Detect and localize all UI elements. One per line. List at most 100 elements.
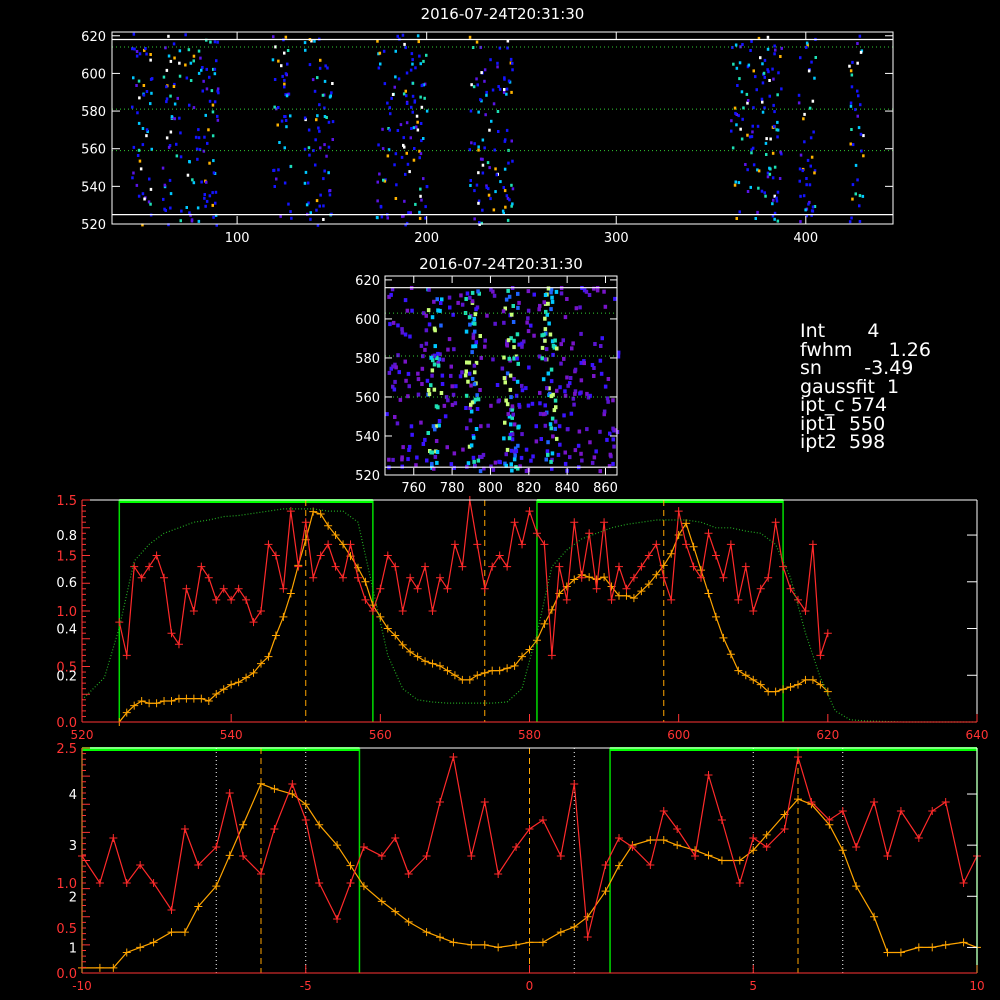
pixel-mark [410, 52, 414, 56]
pixel-mark [211, 110, 215, 114]
chart-title: 2016-07-24T20:31:30 [419, 255, 583, 273]
pixel-mark [416, 34, 420, 38]
pixel-mark [550, 299, 555, 304]
pixel-mark [379, 205, 383, 209]
pixel-mark [387, 457, 391, 462]
pixel-mark [495, 173, 498, 177]
data-point [808, 675, 817, 684]
y-tick-label: 600 [355, 313, 380, 328]
pixel-mark [399, 123, 403, 127]
pixel-mark [284, 119, 288, 122]
pixel-mark [600, 336, 604, 341]
pixel-mark [859, 103, 862, 107]
data-point [682, 519, 691, 528]
data-point [749, 675, 758, 684]
data-point [959, 938, 968, 947]
pixel-mark [448, 305, 452, 310]
pixel-mark [188, 103, 191, 107]
pixel-mark [325, 116, 328, 119]
pixel-mark [192, 106, 196, 110]
data-point [786, 584, 795, 593]
pixel-mark [408, 334, 412, 339]
data-point [315, 879, 324, 887]
data-point [488, 562, 497, 571]
data-point [160, 573, 169, 582]
pixel-mark [412, 126, 416, 130]
data-point [883, 852, 892, 860]
data-point [331, 562, 340, 571]
pixel-mark [858, 204, 861, 208]
data-point [239, 820, 248, 829]
data-point [480, 584, 489, 593]
pixel-mark [541, 377, 546, 382]
pixel-mark [185, 206, 188, 209]
pixel-mark [404, 46, 407, 50]
pixel-mark [446, 347, 450, 352]
pixel-mark [484, 113, 487, 117]
data-point [600, 518, 609, 527]
pixel-mark [442, 403, 447, 408]
data-point [189, 694, 198, 703]
pixel-mark [394, 197, 398, 200]
pixel-mark [191, 178, 194, 182]
pixel-mark [505, 194, 509, 198]
data-point [197, 562, 206, 571]
pixel-mark [284, 72, 288, 76]
pixel-mark [735, 217, 738, 220]
pixel-mark [502, 186, 505, 189]
data-point [726, 650, 735, 659]
pixel-mark [378, 172, 381, 176]
pixel-mark [765, 137, 768, 141]
pixel-mark [492, 293, 497, 298]
pixel-mark [516, 305, 520, 310]
pixel-mark [317, 126, 320, 130]
pixel-mark [598, 358, 603, 363]
pixel-mark [379, 62, 382, 66]
pixel-mark [200, 68, 203, 72]
pixel-mark [509, 462, 513, 467]
pixel-mark [473, 321, 477, 326]
pixel-mark [768, 172, 772, 176]
pixel-mark [410, 105, 413, 109]
pixel-mark [505, 92, 508, 96]
pixel-mark [272, 35, 275, 39]
pixel-mark [192, 181, 196, 185]
pixel-mark [213, 72, 217, 76]
x-tick-label: 820 [516, 481, 541, 496]
pixel-mark [764, 194, 767, 198]
pixel-mark [452, 465, 456, 470]
pixel-mark [594, 449, 598, 454]
data-point [361, 577, 370, 586]
pixel-mark [138, 96, 141, 100]
pixel-mark [806, 158, 810, 162]
pixel-mark [137, 79, 141, 83]
pixel-mark [733, 183, 737, 187]
pixel-mark [592, 374, 596, 378]
pixel-mark [162, 197, 165, 201]
pixel-mark [730, 119, 733, 123]
data-point [225, 851, 234, 860]
data-point [883, 948, 892, 957]
pixel-mark [403, 42, 406, 46]
pixel-mark [411, 94, 415, 98]
pixel-mark [173, 102, 177, 106]
pixel-mark [590, 460, 595, 465]
pixel-mark [172, 42, 176, 46]
pixel-mark [559, 291, 564, 296]
data-point [204, 573, 213, 582]
y2-tick-label: 2 [69, 890, 77, 905]
data-point [652, 540, 661, 549]
pixel-mark [289, 164, 293, 168]
pixel-mark [856, 114, 859, 118]
pixel-mark [406, 162, 410, 166]
data-point [622, 584, 631, 593]
pixel-mark [425, 458, 429, 463]
data-point [180, 825, 189, 833]
pixel-mark [426, 388, 431, 392]
y-tick-label: 540 [355, 430, 380, 445]
pixel-mark [549, 290, 553, 295]
data-point [771, 687, 780, 696]
pixel-mark [538, 401, 542, 406]
pixel-mark [205, 67, 208, 71]
pixel-mark [197, 71, 201, 75]
